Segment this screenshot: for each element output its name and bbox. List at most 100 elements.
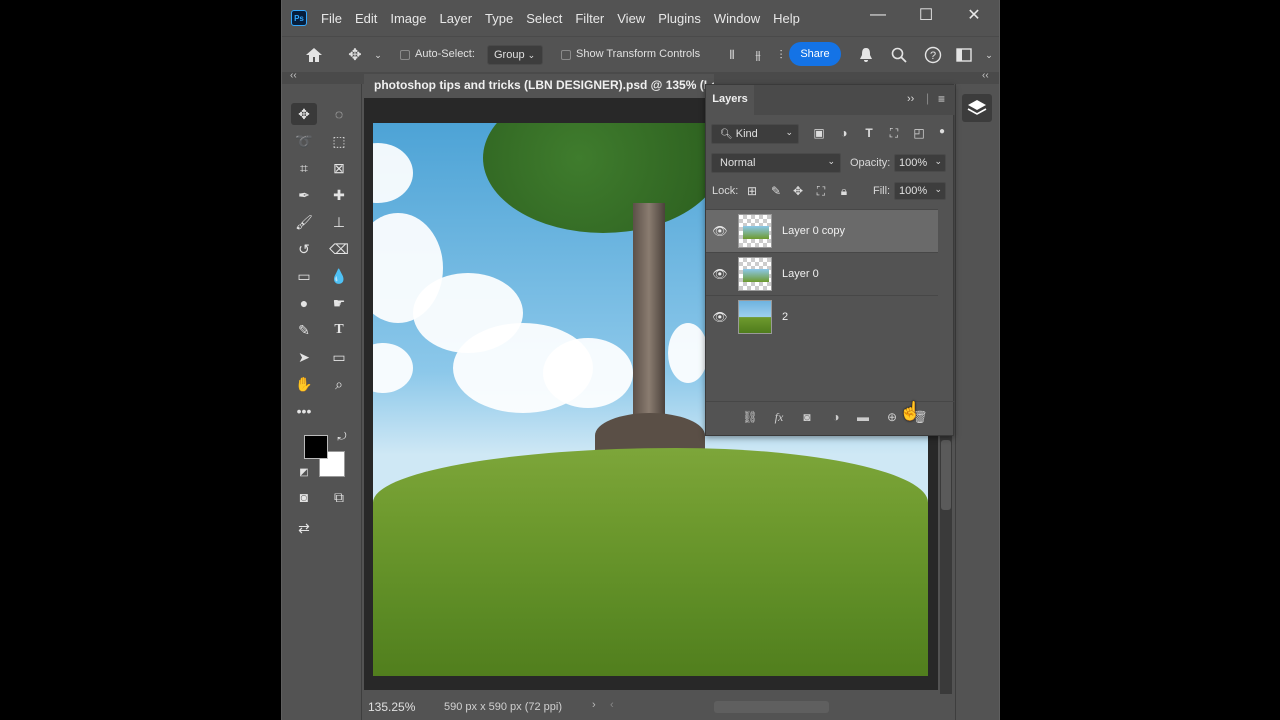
layer-row[interactable]: 👁︎ Layer 0 xyxy=(706,252,938,295)
marquee-tool-icon[interactable]: ◌ xyxy=(326,103,352,125)
filter-toggle-icon[interactable]: ● xyxy=(934,123,950,139)
healing-brush-icon[interactable]: ✚ xyxy=(326,184,352,206)
fx-icon[interactable]: fx xyxy=(771,409,787,425)
menu-layer[interactable]: Layer xyxy=(440,11,473,26)
menu-file[interactable]: File xyxy=(321,11,342,26)
collapse-left-icon[interactable]: ‹‹ xyxy=(290,70,297,81)
path-select-icon[interactable]: ➤ xyxy=(291,346,317,368)
close-button[interactable]: ✕ xyxy=(950,0,998,30)
lock-artboard-icon[interactable]: ⛶ xyxy=(813,183,829,199)
gradient-tool-icon[interactable]: ▭ xyxy=(291,265,317,287)
shape-filter-icon[interactable]: ⛶ xyxy=(886,125,902,141)
stamp-tool-icon[interactable]: ⊥ xyxy=(326,211,352,233)
maximize-button[interactable]: ☐ xyxy=(902,0,950,30)
opacity-field[interactable]: 100% ⌄ xyxy=(894,154,946,172)
frame-tool-icon[interactable]: ⊠ xyxy=(326,157,352,179)
auto-select-dropdown[interactable]: Group ⌄ xyxy=(487,45,543,65)
align-left-icon[interactable]: ⫴ xyxy=(723,46,741,64)
menu-filter[interactable]: Filter xyxy=(575,11,604,26)
type-filter-icon[interactable]: T xyxy=(861,125,877,141)
menu-image[interactable]: Image xyxy=(390,11,426,26)
smart-object-filter-icon[interactable]: ◰ xyxy=(911,125,927,141)
lock-position-icon[interactable]: ✥ xyxy=(790,183,806,199)
foreground-color-swatch[interactable] xyxy=(304,435,328,459)
eye-icon[interactable]: 👁︎ xyxy=(706,224,734,238)
new-layer-icon[interactable]: ⊕ xyxy=(884,409,900,425)
blur-tool-icon[interactable]: 💧 xyxy=(326,265,352,287)
status-arrow-icon[interactable]: › xyxy=(592,699,596,711)
collapse-right-icon[interactable]: ‹‹ xyxy=(982,70,989,81)
menu-window[interactable]: Window xyxy=(714,11,760,26)
scroll-left-icon[interactable]: ‹ xyxy=(610,699,614,711)
collapse-panel-icon[interactable]: ›› xyxy=(907,93,914,105)
home-icon[interactable] xyxy=(304,45,324,65)
blend-mode-dropdown[interactable]: Normal ⌄ xyxy=(711,153,841,173)
search-icon[interactable] xyxy=(890,46,908,64)
menu-view[interactable]: View xyxy=(617,11,645,26)
adjustment-filter-icon[interactable]: ◑ xyxy=(836,125,852,141)
history-brush-icon[interactable]: ↺ xyxy=(291,238,317,260)
swap-colors-icon[interactable]: ⤾ xyxy=(334,429,350,445)
rectangle-tool-icon[interactable]: ▭ xyxy=(326,346,352,368)
screen-mode-icon[interactable]: ⧉ xyxy=(326,486,352,508)
smudge-icon[interactable]: ☛ xyxy=(326,292,352,314)
align-center-icon[interactable]: ⫵ xyxy=(749,46,767,64)
edit-toolbar-icon[interactable]: ⇄ xyxy=(291,517,317,539)
type-tool-icon[interactable]: T xyxy=(326,319,352,341)
help-icon[interactable]: ? xyxy=(923,45,943,65)
workspace-icon[interactable] xyxy=(955,46,973,64)
layer-name[interactable]: Layer 0 copy xyxy=(782,225,845,237)
layer-filter-kind-dropdown[interactable]: 🔍︎ Kind ⌄ xyxy=(711,124,799,144)
menu-type[interactable]: Type xyxy=(485,11,513,26)
mask-icon[interactable]: ◙ xyxy=(799,409,815,425)
brush-tool-icon[interactable]: 🖌 xyxy=(291,211,317,233)
object-select-icon[interactable]: ⬚ xyxy=(326,130,352,152)
hand-tool-icon[interactable]: ✋ xyxy=(291,373,317,395)
panel-menu-icon[interactable]: ≡ xyxy=(938,92,945,106)
lock-all-icon[interactable]: 🔒︎ xyxy=(836,183,852,199)
lock-pixels-icon[interactable]: ✎ xyxy=(768,183,784,199)
align-right-icon[interactable]: ⫶ xyxy=(775,46,787,64)
transform-controls-checkbox[interactable] xyxy=(561,50,571,60)
auto-select-checkbox[interactable] xyxy=(400,50,410,60)
chevron-down-icon[interactable]: ⌄ xyxy=(372,45,384,65)
pixel-filter-icon[interactable]: ▣ xyxy=(811,125,827,141)
eraser-icon[interactable]: ⌫ xyxy=(326,238,352,260)
menu-edit[interactable]: Edit xyxy=(355,11,377,26)
zoom-level[interactable]: 135.25% xyxy=(368,700,428,714)
horizontal-scroll-thumb[interactable] xyxy=(714,701,829,713)
document-tab[interactable]: photoshop tips and tricks (LBN DESIGNER)… xyxy=(364,74,714,98)
zoom-tool-icon[interactable]: ⌕ xyxy=(326,373,352,395)
dodge-tool-icon[interactable]: ● xyxy=(291,292,317,314)
share-button[interactable]: Share xyxy=(789,42,841,66)
default-colors-icon[interactable]: ◩ xyxy=(296,464,312,480)
menu-plugins[interactable]: Plugins xyxy=(658,11,701,26)
fill-field[interactable]: 100% ⌄ xyxy=(894,182,946,200)
folder-icon[interactable]: ▬ xyxy=(855,409,871,425)
chevron-down-icon[interactable]: ⌄ xyxy=(983,46,995,64)
lasso-tool-icon[interactable]: ➰ xyxy=(291,130,317,152)
minimize-button[interactable]: — xyxy=(854,0,902,30)
layers-panel-toggle[interactable] xyxy=(962,94,992,122)
bell-icon[interactable] xyxy=(857,46,875,64)
quick-mask-icon[interactable]: ◙ xyxy=(291,486,317,508)
eyedropper-icon[interactable]: ✒ xyxy=(291,184,317,206)
eye-icon[interactable]: 👁︎ xyxy=(706,267,734,281)
layer-row[interactable]: 👁︎ 2 xyxy=(706,295,938,338)
eye-icon[interactable]: 👁︎ xyxy=(706,310,734,324)
link-icon[interactable]: ⛓ xyxy=(742,409,758,425)
layers-tab[interactable]: Layers xyxy=(706,85,754,115)
crop-tool-icon[interactable]: ⌗ xyxy=(291,157,317,179)
layer-name[interactable]: Layer 0 xyxy=(782,268,819,280)
lock-transparency-icon[interactable]: ⊞ xyxy=(744,183,760,199)
more-tools-icon[interactable]: ••• xyxy=(291,400,317,422)
move-options-icon[interactable]: ✥ xyxy=(345,45,365,65)
adjustment-icon[interactable]: ◑ xyxy=(828,409,844,425)
vertical-scroll-thumb[interactable] xyxy=(941,440,951,510)
layer-name[interactable]: 2 xyxy=(782,311,788,323)
menu-select[interactable]: Select xyxy=(526,11,562,26)
pen-tool-icon[interactable]: ✎ xyxy=(291,319,317,341)
layer-row[interactable]: 👁︎ Layer 0 copy xyxy=(706,209,938,252)
move-tool-icon[interactable]: ✥ xyxy=(291,103,317,125)
menu-help[interactable]: Help xyxy=(773,11,800,26)
